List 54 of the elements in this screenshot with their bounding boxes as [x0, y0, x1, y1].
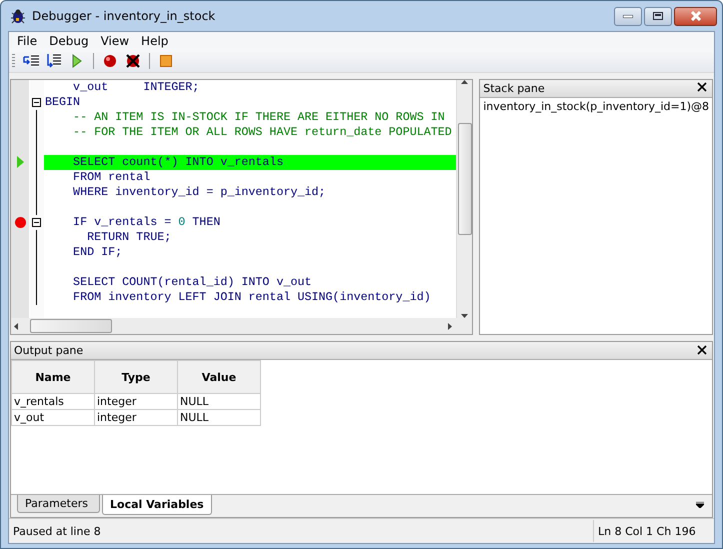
code-editor[interactable] [10, 78, 474, 336]
table-cell: NULL [178, 394, 260, 410]
play-icon [72, 54, 82, 68]
collapse-icon[interactable] [32, 98, 41, 107]
horizontal-scrollbar[interactable] [11, 318, 472, 334]
maximize-icon [653, 12, 663, 20]
menu-item[interactable]: Help [135, 34, 174, 48]
table-cell: integer [94, 394, 178, 410]
tab[interactable]: Local Variables [102, 495, 212, 516]
bug-icon [10, 8, 26, 24]
table-cell: NULL [178, 410, 260, 426]
column-header[interactable]: Value [178, 360, 260, 394]
code-line: SELECT COUNT(rental_id) INTO v_out [72, 274, 313, 290]
menu-item[interactable]: File [11, 34, 44, 48]
close-button[interactable] [674, 6, 717, 26]
code-line: -- AN ITEM IS IN-STOCK IF THERE ARE EITHER NO ROWS IN [72, 110, 446, 125]
vertical-scrollbar[interactable] [456, 80, 472, 318]
window-title: Debugger - inventory_in_stock [32, 9, 216, 23]
tab[interactable]: Parameters [17, 495, 100, 514]
table-cell: integer [94, 410, 178, 426]
code-line: WHERE inventory_id = p_inventory_id; [72, 184, 327, 200]
close-pane-button[interactable] [697, 344, 709, 357]
scrollbar-thumb[interactable] [30, 319, 112, 334]
close-pane-button[interactable] [697, 82, 709, 94]
pane-title: Output pane [14, 344, 84, 358]
dropdown-icon[interactable] [696, 502, 704, 508]
column-header[interactable]: Name [12, 360, 94, 394]
code-line: RETURN TRUE; [86, 230, 172, 245]
scroll-up-icon[interactable] [461, 80, 468, 84]
pane-title: Stack pane [483, 82, 545, 95]
menu-item[interactable]: Debug [43, 34, 95, 48]
scroll-right-icon[interactable] [448, 322, 452, 330]
stack-frame[interactable]: inventory_in_stock(p_inventory_id=1)@8 [483, 100, 709, 113]
cursor-position: Ln 8 Col 1 Ch 196 [597, 524, 697, 538]
column-header[interactable]: Type [94, 360, 178, 394]
code-line: FROM inventory LEFT JOIN rental USING(inventory_id) [72, 290, 432, 305]
table-cell: v_rentals [12, 394, 94, 410]
code-line: BEGIN [44, 94, 82, 110]
minimize-icon [623, 14, 633, 18]
menu-item[interactable]: View [94, 34, 136, 48]
table-cell: v_out [12, 410, 94, 426]
scrollbar-thumb[interactable] [458, 123, 472, 236]
breakpoint-icon[interactable] [14, 216, 26, 228]
close-icon [690, 11, 702, 21]
code-line: FROM rental [72, 170, 152, 185]
scroll-left-icon[interactable] [14, 322, 18, 330]
code-line: END IF; [72, 244, 124, 260]
minimize-button[interactable] [614, 6, 642, 26]
collapse-icon[interactable] [32, 218, 41, 227]
code-line: -- FOR THE ITEM OR ALL ROWS HAVE return_date POPULATED [72, 124, 453, 140]
code-line: IF v_rentals = 0 THEN [72, 214, 222, 230]
maximize-button[interactable] [644, 6, 672, 26]
code-line: v_out INTEGER; [72, 80, 200, 95]
status-message: Paused at line 8 [12, 524, 102, 538]
